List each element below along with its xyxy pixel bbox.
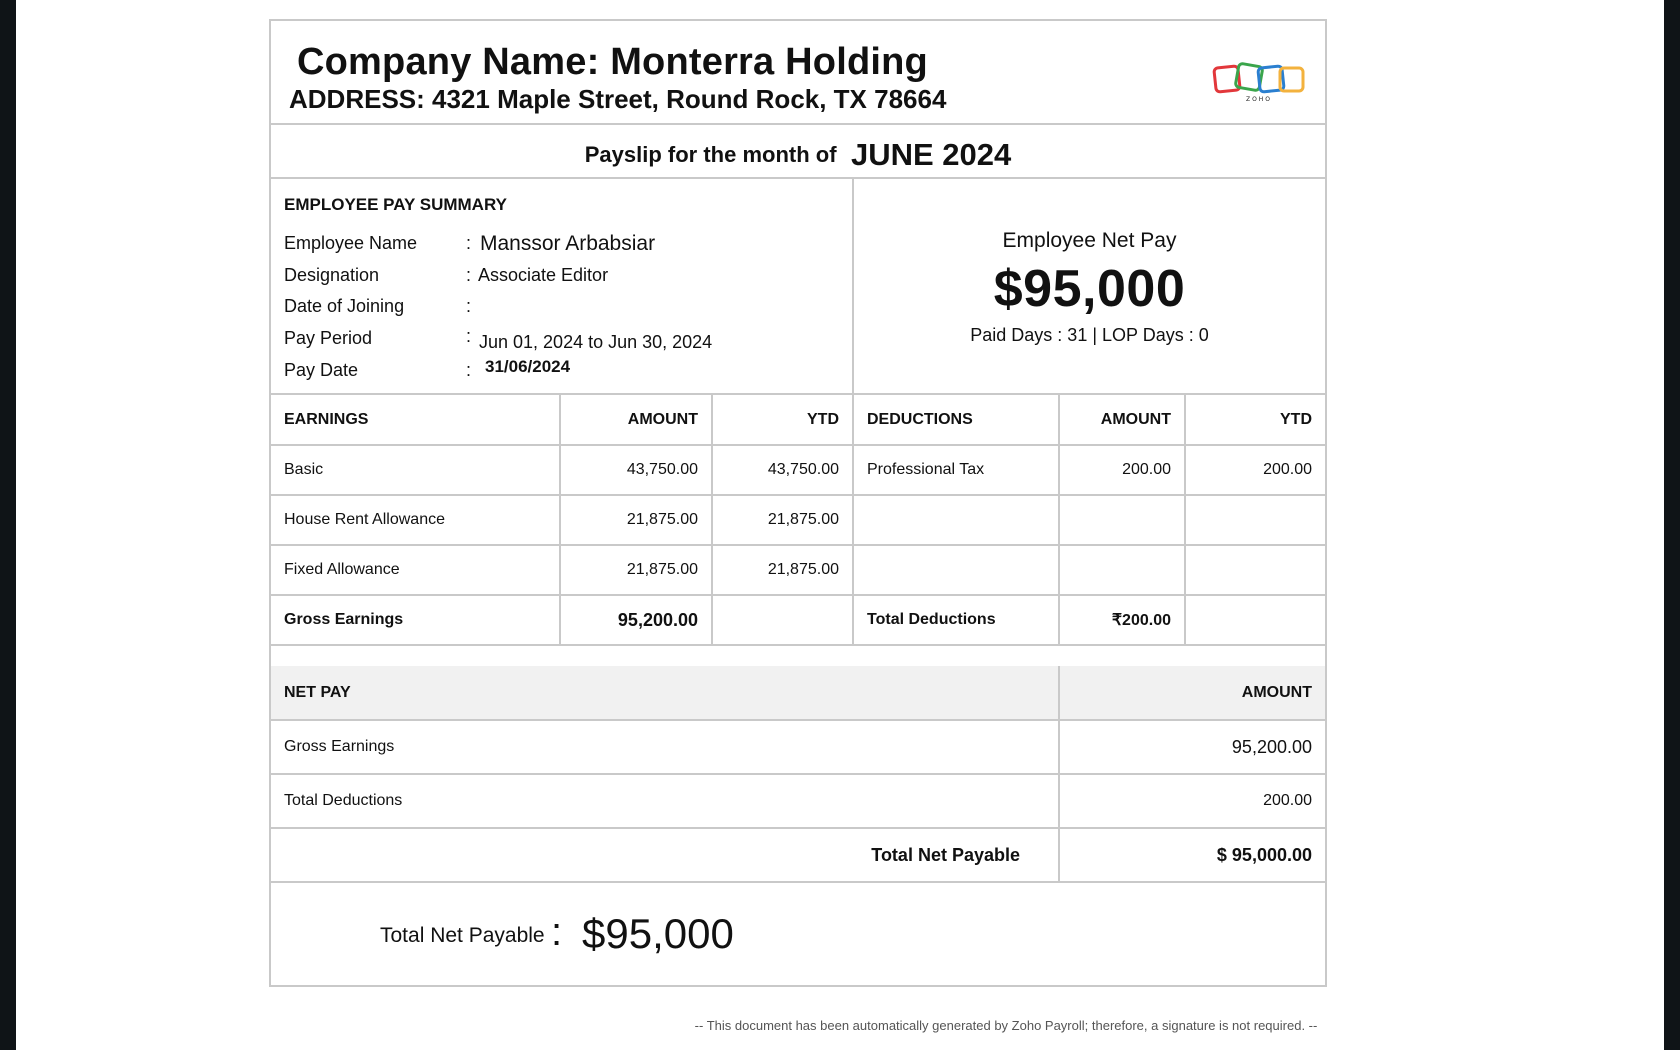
bottom-total-colon: : [551, 910, 563, 954]
net-pay-header: NET PAY [271, 666, 1060, 721]
amount-header: AMOUNT [559, 395, 713, 446]
deduction-name [852, 544, 1060, 596]
net-total-deductions-value: 200.00 [1058, 773, 1325, 829]
field-colon: : [466, 296, 472, 316]
earning-ytd: 21,875.00 [711, 494, 854, 546]
totals-row: Gross Earnings 95,200.00 Total Deduction… [271, 594, 1325, 646]
field-label: Date of Joining [284, 296, 405, 316]
table-row: Fixed Allowance 21,875.00 21,875.00 [271, 544, 1325, 596]
footer-note-container: -- This document has been automatically … [16, 1018, 1664, 1033]
field-label: Pay Date [284, 360, 359, 380]
designation-value: Associate Editor [478, 265, 609, 285]
field-colon: : [466, 233, 472, 253]
earning-ytd: 43,750.00 [711, 444, 854, 496]
total-net-payable-value: $ 95,000.00 [1058, 827, 1325, 883]
net-pay-label: Employee Net Pay [1002, 229, 1177, 252]
bottom-total-value: $95,000 [582, 910, 734, 957]
payslip-header: Company Name: Monterra Holding ADDRESS: … [271, 21, 1325, 125]
field-colon: : [466, 360, 472, 380]
date-of-joining-row: Date of Joining : [284, 296, 844, 324]
total-net-payable-label: Total Net Payable [271, 827, 1060, 883]
deduction-name [852, 494, 1060, 546]
payslip: Company Name: Monterra Holding ADDRESS: … [269, 19, 1327, 987]
summary-title: EMPLOYEE PAY SUMMARY [284, 195, 507, 214]
earning-ytd: 21,875.00 [711, 544, 854, 596]
field-label: Designation [284, 265, 380, 285]
net-pay-table: NET PAY AMOUNT Gross Earnings 95,200.00 … [271, 666, 1325, 883]
table-row: Basic 43,750.00 43,750.00 Professional T… [271, 444, 1325, 496]
footer-note: -- This document has been automatically … [694, 1018, 1318, 1033]
pay-period-row: Pay Period : Jun 01, 2024 to Jun 30, 202… [284, 326, 844, 356]
earning-amount: 43,750.00 [559, 444, 713, 496]
bottom-total-label: Total Net Payable [380, 924, 545, 947]
pay-date-row: Pay Date : 31/06/2024 [284, 357, 844, 388]
gross-earnings-label: Gross Earnings [271, 594, 561, 646]
net-pay-value: $95,000 [993, 260, 1186, 318]
employee-pay-summary: EMPLOYEE PAY SUMMARY Employee Name : Man… [271, 179, 1325, 395]
total-deductions-amount: ₹200.00 [1058, 594, 1186, 646]
deduction-amount [1058, 544, 1186, 596]
deduction-ytd: 200.00 [1184, 444, 1325, 496]
table-header-row: EARNINGS AMOUNT YTD DEDUCTIONS AMOUNT YT… [271, 395, 1325, 446]
table-row: Gross Earnings 95,200.00 [271, 719, 1325, 775]
net-gross-earnings-value: 95,200.00 [1058, 719, 1325, 775]
earning-amount: 21,875.00 [559, 544, 713, 596]
earning-name: House Rent Allowance [271, 494, 561, 546]
designation-row: Designation : Associate Editor [284, 265, 844, 293]
table-row: Total Deductions 200.00 [271, 773, 1325, 829]
total-deductions-label: Total Deductions [852, 594, 1060, 646]
employee-name-value: Manssor Arbabsiar [480, 232, 656, 255]
employee-net-pay-box: Employee Net Pay $95,000 Paid Days : 31 … [854, 179, 1325, 393]
zoho-logo-icon: ZOHO [1212, 62, 1305, 103]
earnings-deductions-table: EARNINGS AMOUNT YTD DEDUCTIONS AMOUNT YT… [271, 395, 1325, 646]
field-colon: : [466, 326, 472, 346]
employee-name-row: Employee Name : Manssor Arbabsiar [284, 232, 844, 261]
field-label: Employee Name [284, 233, 418, 253]
deduction-ytd-header: YTD [1184, 395, 1325, 446]
total-net-payable-row: Total Net Payable $ 95,000.00 [271, 827, 1325, 883]
table-row: House Rent Allowance 21,875.00 21,875.00 [271, 494, 1325, 546]
paid-days-text: Paid Days : 31 | LOP Days : 0 [970, 325, 1209, 345]
field-label: Pay Period [284, 328, 373, 348]
company-address: ADDRESS: 4321 Maple Street, Round Rock, … [289, 84, 947, 114]
deduction-ytd [1184, 494, 1325, 546]
month-value: JUNE 2024 [850, 137, 1012, 172]
net-total-deductions-label: Total Deductions [271, 773, 1060, 829]
deduction-amount: 200.00 [1058, 444, 1186, 496]
employee-details: EMPLOYEE PAY SUMMARY Employee Name : Man… [271, 179, 854, 393]
bottom-total-section: Total Net Payable : $95,000 [271, 882, 1325, 985]
deduction-amount-header: AMOUNT [1058, 395, 1186, 446]
net-gross-earnings-label: Gross Earnings [271, 719, 1060, 775]
deduction-name: Professional Tax [852, 444, 1060, 496]
pay-date-value: 31/06/2024 [485, 357, 571, 376]
earning-amount: 21,875.00 [559, 494, 713, 546]
empty-cell [1184, 594, 1325, 646]
earning-name: Fixed Allowance [271, 544, 561, 596]
deductions-header: DEDUCTIONS [852, 395, 1060, 446]
empty-cell [711, 594, 854, 646]
deduction-ytd [1184, 544, 1325, 596]
company-name: Company Name: Monterra Holding [297, 41, 928, 83]
field-colon: : [466, 265, 472, 285]
gross-earnings-amount: 95,200.00 [559, 594, 713, 646]
earning-name: Basic [271, 444, 561, 496]
earnings-header: EARNINGS [271, 395, 561, 446]
net-pay-header-row: NET PAY AMOUNT [271, 666, 1325, 721]
payslip-month-row: Payslip for the month of JUNE 2024 [271, 125, 1325, 179]
pay-period-value: Jun 01, 2024 to Jun 30, 2024 [479, 332, 713, 352]
ytd-header: YTD [711, 395, 854, 446]
deduction-amount [1058, 494, 1186, 546]
document-page: Company Name: Monterra Holding ADDRESS: … [16, 0, 1664, 1050]
month-label: Payslip for the month of [584, 142, 837, 167]
net-pay-amount-header: AMOUNT [1058, 666, 1325, 721]
svg-text:ZOHO: ZOHO [1246, 96, 1272, 103]
